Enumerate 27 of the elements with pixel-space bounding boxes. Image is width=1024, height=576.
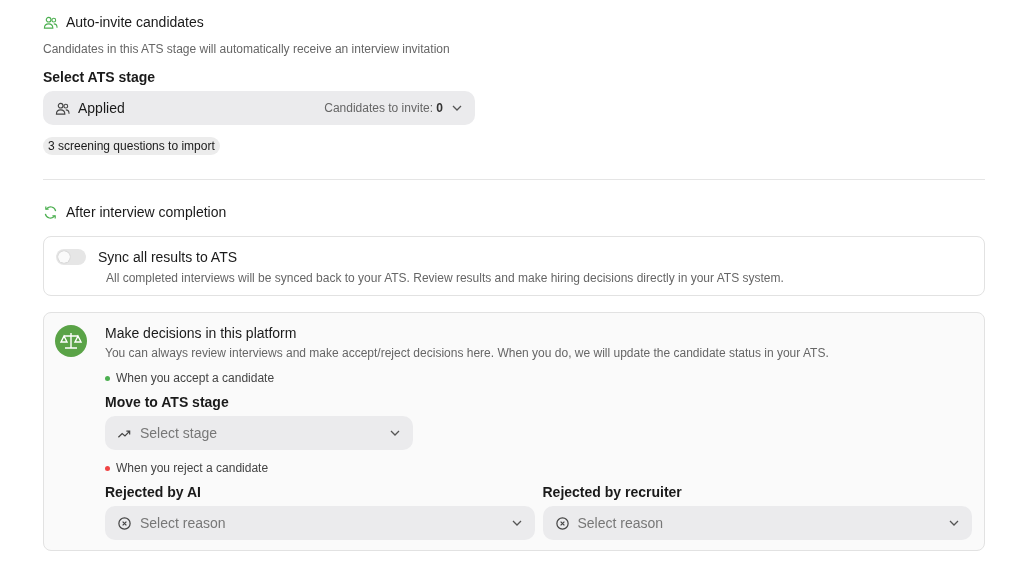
questions-badge: 3 screening questions to import [43,137,220,155]
refresh-icon [43,204,58,220]
sync-description: All completed interviews will be synced back to your ATS. Review results and make hiring decisions directly in your ATS system. [106,271,785,285]
reject-note: When you reject a candidate [116,461,269,475]
circle-x-icon [117,515,132,531]
users-icon [43,14,58,30]
stage-select[interactable]: Select stage [105,416,413,450]
field-label: Rejected by recruiter [542,484,683,500]
accept-note: When you accept a candidate [116,371,275,385]
invite-count: Candidates to invite: 0 [324,101,443,115]
reason-select[interactable]: Select reason [542,506,972,540]
decisions-title: Make decisions in this platform [105,325,298,341]
reason-select[interactable]: Select reason [105,506,535,540]
section-title: Auto-invite candidates [66,14,204,30]
field-label: Select ATS stage [43,69,157,85]
field-label: Rejected by AI [105,484,202,500]
users-icon [55,100,70,116]
circle-x-icon [554,515,570,531]
field-label: Move to ATS stage [105,394,230,410]
selected-value: Applied [78,100,125,116]
sync-title: Sync all results to ATS [98,249,237,265]
sync-toggle[interactable] [56,249,86,265]
section-description: Candidates in this ATS stage will automatically receive an interview invitation [43,42,451,56]
section-title: After interview completion [66,204,227,220]
decisions-description: You can always review interviews and make accept/reject decisions here. When you do, we will update the candidate status in your ATS. [105,346,830,360]
stage-select[interactable]: Applied Candidates to invite: 0 [43,91,475,125]
scale-icon [55,325,87,357]
